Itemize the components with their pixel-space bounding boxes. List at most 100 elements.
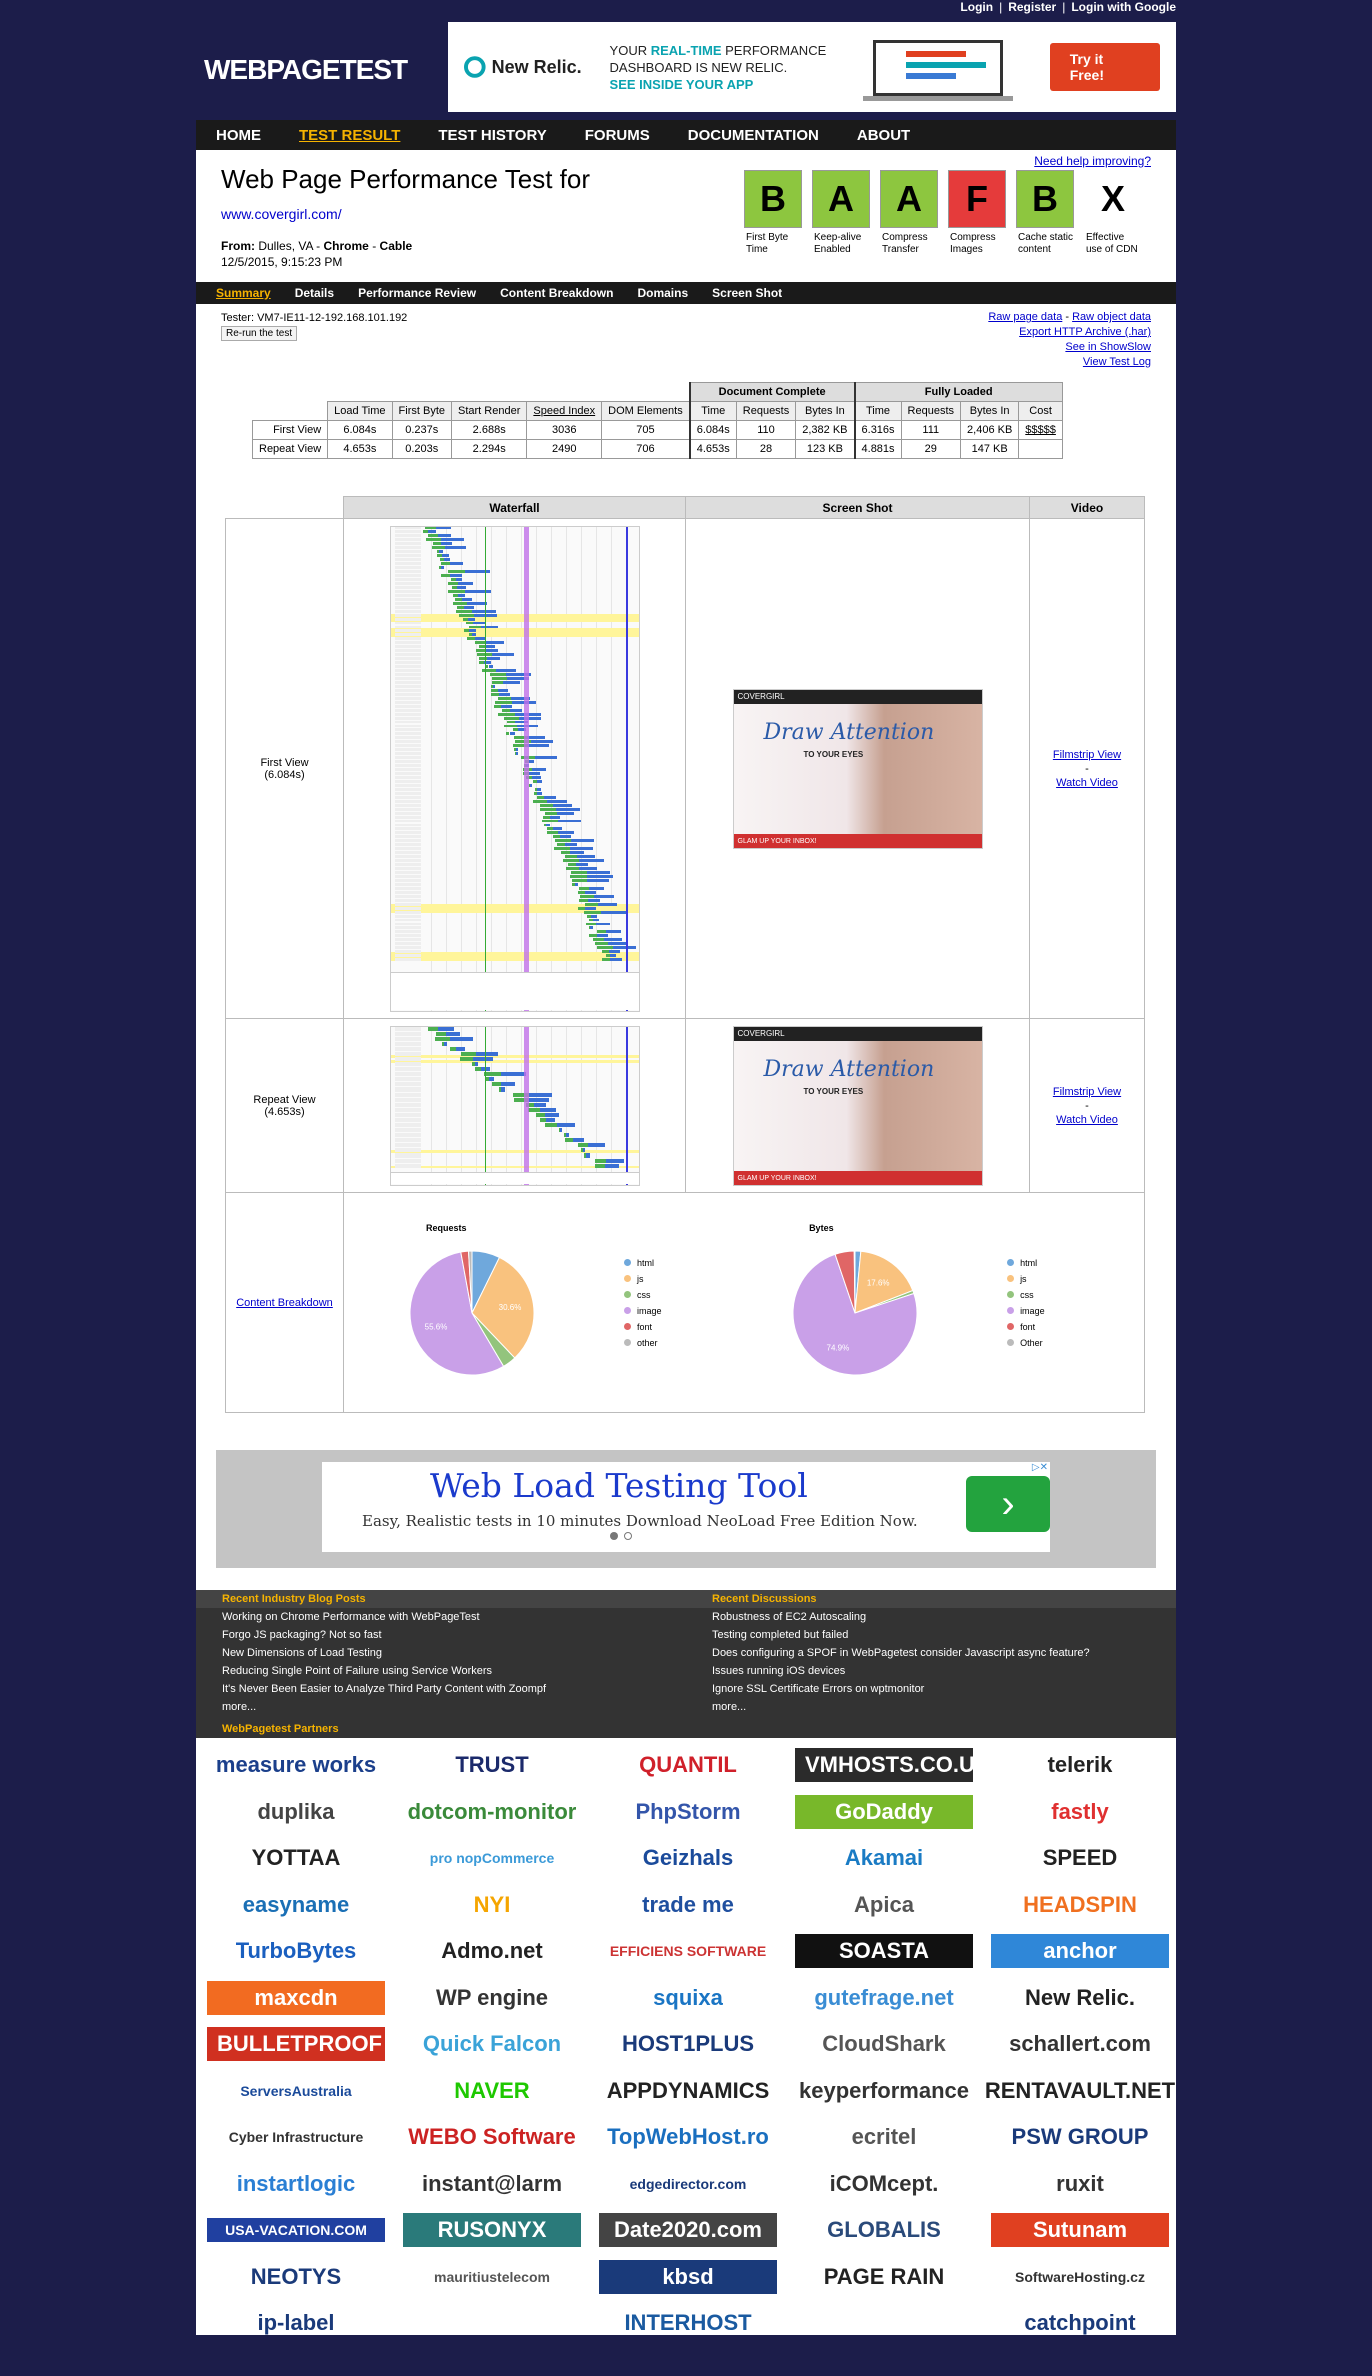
partner-logo[interactable]: Sutunam	[982, 2207, 1178, 2254]
nav-test-history[interactable]: TEST HISTORY	[438, 127, 546, 144]
tab-details[interactable]: Details	[295, 286, 334, 300]
partner-logo[interactable]: measure works	[198, 1742, 394, 1789]
partner-logo[interactable]: WP engine	[394, 1975, 590, 2022]
blog-post-link[interactable]: It's Never Been Easier to Analyze Third …	[222, 1680, 686, 1698]
content-breakdown-link[interactable]: Content Breakdown	[226, 1295, 343, 1311]
partner-logo[interactable]: New Relic.	[982, 1975, 1178, 2022]
partner-logo[interactable]: GoDaddy	[786, 1789, 982, 1836]
partner-logo[interactable]: ServersAustralia	[198, 2068, 394, 2115]
nav-documentation[interactable]: DOCUMENTATION	[688, 127, 819, 144]
repeat-view-waterfall-image[interactable]	[389, 1025, 640, 1186]
discussion-link[interactable]: Does configuring a SPOF in WebPagetest c…	[712, 1644, 1176, 1662]
need-help-link[interactable]: Need help improving?	[1034, 154, 1151, 168]
partner-logo[interactable]: edgedirector.com	[590, 2161, 786, 2208]
grade-first-byte[interactable]: B First Byte Time	[744, 170, 802, 256]
blog-more-link[interactable]: more...	[222, 1698, 686, 1716]
nav-about[interactable]: ABOUT	[857, 127, 910, 144]
nav-home[interactable]: HOME	[216, 127, 261, 144]
partner-logo[interactable]: easyname	[198, 1882, 394, 1929]
partner-logo[interactable]: Apica	[786, 1882, 982, 1929]
partner-logo[interactable]	[786, 2300, 982, 2347]
raw-object-data-link[interactable]: Raw object data	[1072, 311, 1151, 323]
partner-logo[interactable]: Geizhals	[590, 1835, 786, 1882]
partner-logo[interactable]: NEOTYS	[198, 2254, 394, 2301]
partner-logo[interactable]: iCOMcept.	[786, 2161, 982, 2208]
partner-logo[interactable]: CloudShark	[786, 2021, 982, 2068]
partner-logo[interactable]: HOST1PLUS	[590, 2021, 786, 2068]
partner-logo[interactable]: instartlogic	[198, 2161, 394, 2208]
discussion-link[interactable]: Testing completed but failed	[712, 1626, 1176, 1644]
nav-test-result[interactable]: TEST RESULT	[299, 127, 400, 144]
raw-page-data-link[interactable]: Raw page data	[988, 311, 1062, 323]
partner-logo[interactable]: dotcom-monitor	[394, 1789, 590, 1836]
partner-logo[interactable]: mauritiustelecom	[394, 2254, 590, 2301]
partner-logo[interactable]: Admo.net	[394, 1928, 590, 1975]
partner-logo[interactable]: USA-VACATION.COM	[198, 2207, 394, 2254]
partner-logo[interactable]	[394, 2300, 590, 2347]
login-link[interactable]: Login	[960, 0, 993, 14]
watch-video-link-first[interactable]: Watch Video	[1030, 775, 1144, 791]
tab-performance-review[interactable]: Performance Review	[358, 286, 476, 300]
export-har-link[interactable]: Export HTTP Archive (.har)	[1019, 326, 1151, 338]
partner-logo[interactable]: SOASTA	[786, 1928, 982, 1975]
ad-pager-dots[interactable]	[610, 1532, 632, 1540]
partner-logo[interactable]: trade me	[590, 1882, 786, 1929]
partner-logo[interactable]: maxcdn	[198, 1975, 394, 2022]
partner-logo[interactable]: ruxit	[982, 2161, 1178, 2208]
partner-logo[interactable]: telerik	[982, 1742, 1178, 1789]
cost-link[interactable]: $$$$$	[1018, 420, 1063, 440]
partner-logo[interactable]: squixa	[590, 1975, 786, 2022]
tested-url-link[interactable]: www.covergirl.com/	[221, 206, 342, 222]
discussion-link[interactable]: Ignore SSL Certificate Errors on wptmoni…	[712, 1680, 1176, 1698]
ad-arrow-button[interactable]: ›	[966, 1476, 1050, 1532]
partner-logo[interactable]: Quick Falcon	[394, 2021, 590, 2068]
partner-logo[interactable]: anchor	[982, 1928, 1178, 1975]
partner-logo[interactable]: gutefrage.net	[786, 1975, 982, 2022]
partner-logo[interactable]: keyperformance	[786, 2068, 982, 2115]
partner-logo[interactable]: NAVER	[394, 2068, 590, 2115]
grade-compress-images[interactable]: F Compress Images	[948, 170, 1006, 256]
showslow-link[interactable]: See in ShowSlow	[1065, 341, 1151, 353]
nav-forums[interactable]: FORUMS	[585, 127, 650, 144]
partner-logo[interactable]: SoftwareHosting.cz	[982, 2254, 1178, 2301]
partner-logo[interactable]: RENTAVAULT.NET	[982, 2068, 1178, 2115]
grade-compress-transfer[interactable]: A Compress Transfer	[880, 170, 938, 256]
partner-logo[interactable]: PAGE RAIN	[786, 2254, 982, 2301]
partner-logo[interactable]: YOTTAA	[198, 1835, 394, 1882]
first-view-waterfall-image[interactable]	[389, 525, 640, 1012]
filmstrip-link-first[interactable]: Filmstrip View	[1030, 747, 1144, 763]
discussions-more-link[interactable]: more...	[712, 1698, 1176, 1716]
partner-logo[interactable]: ecritel	[786, 2114, 982, 2161]
partner-logo[interactable]: QUANTIL	[590, 1742, 786, 1789]
register-link[interactable]: Register	[1008, 0, 1056, 14]
partner-logo[interactable]: Date2020.com	[590, 2207, 786, 2254]
view-test-log-link[interactable]: View Test Log	[1083, 356, 1151, 368]
partner-logo[interactable]: catchpoint	[982, 2300, 1178, 2347]
partner-logo[interactable]: VMHOSTS.CO.UK	[786, 1742, 982, 1789]
ad-cta-button[interactable]: Try it Free!	[1049, 43, 1161, 91]
blog-post-link[interactable]: New Dimensions of Load Testing	[222, 1644, 686, 1662]
speed-index-header-link[interactable]: Speed Index	[526, 401, 603, 421]
tab-content-breakdown[interactable]: Content Breakdown	[500, 286, 613, 300]
tab-summary[interactable]: Summary	[216, 286, 271, 300]
repeat-view-screenshot[interactable]: COVERGIRL Draw Attention TO YOUR EYES GL…	[732, 1025, 983, 1186]
partner-logo[interactable]: SPEED	[982, 1835, 1178, 1882]
tab-domains[interactable]: Domains	[637, 286, 688, 300]
filmstrip-link-repeat[interactable]: Filmstrip View	[1030, 1084, 1144, 1100]
partner-logo[interactable]: EFFICIENS SOFTWARE	[590, 1928, 786, 1975]
tab-screen-shot[interactable]: Screen Shot	[712, 286, 782, 300]
first-view-screenshot[interactable]: COVERGIRL Draw Attention TO YOUR EYES GL…	[732, 688, 983, 849]
blog-post-link[interactable]: Working on Chrome Performance with WebPa…	[222, 1608, 686, 1626]
rerun-button[interactable]: Re-run the test	[221, 326, 298, 341]
partner-logo[interactable]: RUSONYX	[394, 2207, 590, 2254]
partner-logo[interactable]: Akamai	[786, 1835, 982, 1882]
partner-logo[interactable]: pro nopCommerce	[394, 1835, 590, 1882]
partner-logo[interactable]: TurboBytes	[198, 1928, 394, 1975]
ad-title[interactable]: Web Load Testing Tool	[430, 1466, 808, 1505]
partner-logo[interactable]: WEBO Software	[394, 2114, 590, 2161]
blog-post-link[interactable]: Forgo JS packaging? Not so fast	[222, 1626, 686, 1644]
partner-logo[interactable]: duplika	[198, 1789, 394, 1836]
grade-cdn[interactable]: X Effective use of CDN	[1084, 170, 1142, 256]
partner-logo[interactable]: APPDYNAMICS	[590, 2068, 786, 2115]
partner-logo[interactable]: PSW GROUP	[982, 2114, 1178, 2161]
